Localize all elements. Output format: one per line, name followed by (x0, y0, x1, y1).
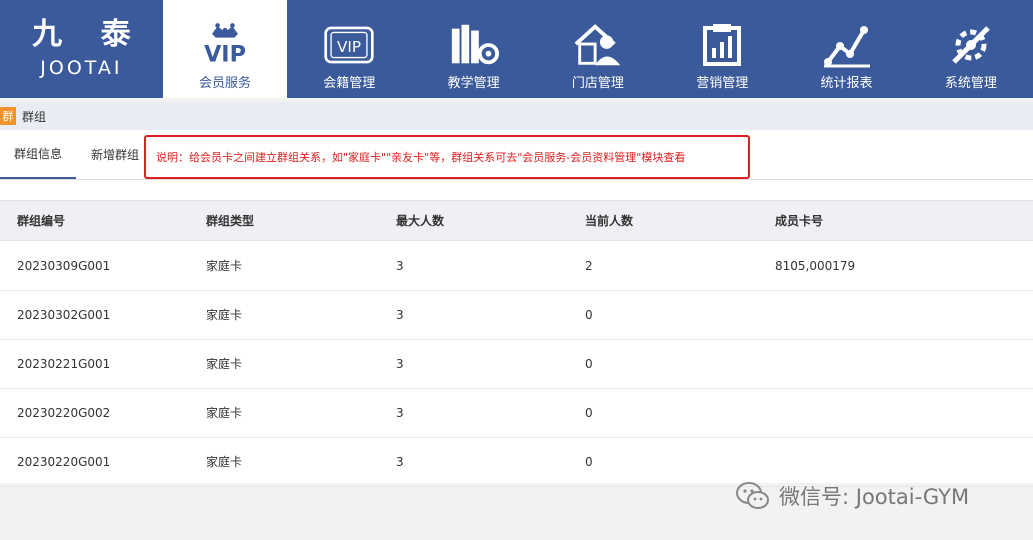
cell-group-type: 家庭卡 (206, 455, 243, 469)
cell-member-cards: 8105,000179 (775, 259, 856, 273)
table-row[interactable]: 20230220G002 家庭卡 3 0 (0, 389, 1033, 438)
header-max-members: 最大人数 (396, 214, 445, 228)
table-header: 群组编号 群组类型 最大人数 当前人数 成员卡号 (0, 200, 1033, 241)
cell-max-members: 3 (396, 259, 404, 273)
breadcrumb: 群 群组 (0, 102, 1033, 130)
cell-max-members: 3 (396, 308, 404, 322)
cell-max-members: 3 (396, 357, 404, 371)
cell-max-members: 3 (396, 455, 404, 469)
wechat-icon (736, 482, 769, 509)
nav-label: 教学管理 (447, 76, 500, 91)
cell-max-members: 3 (396, 406, 404, 420)
svg-text:VIP: VIP (204, 42, 246, 68)
cell-group-id: 20230220G002 (17, 406, 111, 420)
watermark-text: 微信号: Jootai-GYM (779, 485, 970, 509)
table-row[interactable]: 20230302G001 家庭卡 3 0 (0, 291, 1033, 340)
cell-current-members: 0 (585, 455, 593, 469)
cell-group-type: 家庭卡 (206, 406, 243, 420)
cell-current-members: 0 (585, 357, 593, 371)
nav-marketing-management[interactable]: 营销管理 (660, 0, 784, 98)
cell-current-members: 0 (585, 406, 593, 420)
nav-member-service[interactable]: VIP 会员服务 (162, 0, 288, 98)
svg-text:VIP: VIP (337, 38, 361, 56)
table-row[interactable]: 20230221G001 家庭卡 3 0 (0, 340, 1033, 389)
cell-group-id: 20230221G001 (17, 357, 111, 371)
cell-group-type: 家庭卡 (206, 259, 243, 273)
wechat-watermark: 微信号: Jootai-GYM (735, 478, 969, 514)
cell-current-members: 2 (585, 259, 593, 273)
header-group-id: 群组编号 (17, 214, 66, 228)
nav-label: 系统管理 (944, 76, 997, 91)
nav-membership-management[interactable]: VIP 会籍管理 (287, 0, 411, 98)
header-group-type: 群组类型 (206, 214, 255, 228)
group-table: 群组编号 群组类型 最大人数 当前人数 成员卡号 20230309G001 家庭… (0, 180, 1033, 487)
nav-label: 营销管理 (696, 76, 749, 91)
tab-add-group[interactable]: 新增群组 (80, 130, 150, 179)
tools-icon (945, 19, 997, 71)
logo-english-text: JOOTAI (40, 57, 123, 79)
nav-label: 门店管理 (571, 76, 624, 91)
books-gear-icon (448, 19, 500, 71)
vip-card-icon: VIP (323, 19, 375, 71)
top-navigation-bar: 九 泰 JOOTAI VIP 会员服务 VIP 会籍管理 教学管理 门店管理 营… (0, 0, 1033, 98)
cell-current-members: 0 (585, 308, 593, 322)
nav-label: 会籍管理 (323, 76, 376, 91)
cell-group-type: 家庭卡 (206, 308, 243, 322)
nav-label: 统计报表 (820, 76, 873, 91)
cell-group-id: 20230309G001 (17, 259, 111, 273)
nav-label: 会员服务 (198, 76, 251, 91)
header-member-cards: 成员卡号 (775, 214, 824, 228)
nav-system-management[interactable]: 系统管理 (909, 0, 1033, 98)
table-row[interactable]: 20230309G001 家庭卡 3 2 8105,000179 (0, 242, 1033, 291)
nav-statistics-report[interactable]: 统计报表 (784, 0, 908, 98)
nav-teaching-management[interactable]: 教学管理 (411, 0, 535, 98)
cell-group-id: 20230302G001 (17, 308, 111, 322)
group-badge-icon: 群 (0, 107, 16, 125)
cell-group-id: 20230220G001 (17, 455, 111, 469)
tab-group-info[interactable]: 群组信息 (0, 130, 76, 179)
jootai-logo[interactable]: 九 泰 JOOTAI (0, 0, 163, 98)
line-graph-icon (821, 19, 873, 71)
cell-group-type: 家庭卡 (206, 357, 243, 371)
header-current-members: 当前人数 (585, 214, 634, 228)
store-person-icon (572, 19, 624, 71)
chart-clipboard-icon (696, 19, 748, 71)
notice-box: 说明：给会员卡之间建立群组关系，如"家庭卡""亲友卡"等，群组关系可去"会员服务… (144, 135, 750, 179)
vip-crown-icon: VIP (199, 19, 251, 71)
nav-store-management[interactable]: 门店管理 (536, 0, 660, 98)
page-title: 群组 (22, 109, 47, 124)
logo-chinese-text: 九 泰 (32, 17, 145, 52)
tab-bar: 群组信息 新增群组 说明：给会员卡之间建立群组关系，如"家庭卡""亲友卡"等，群… (0, 130, 1033, 180)
